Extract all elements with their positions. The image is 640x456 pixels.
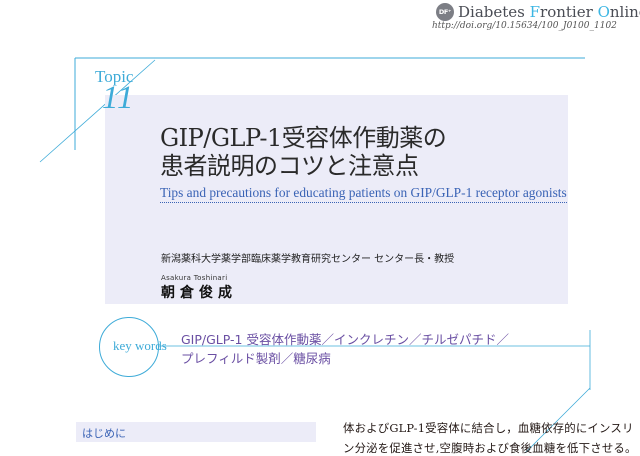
doi-link[interactable]: http://doi.org/10.15634/100_J0100_1102 [432, 21, 617, 31]
keywords-line-1: GIP/GLP-1 受容体作動薬／インクレチン／チルゼパチド／ [181, 332, 509, 347]
author-affiliation: 新潟薬科大学薬学部臨床薬学教育研究センター センター長・教授 [161, 254, 455, 265]
author-name: 朝倉俊成 [161, 285, 237, 301]
journal-logo-text: DF⁺ [438, 8, 452, 16]
journal-name: Diabetes Frontier Online [458, 3, 640, 21]
keywords-label: key words [113, 338, 167, 353]
keywords-line-2: プレフィルド製剤／糖尿病 [181, 351, 331, 366]
article-title-line-2: 患者説明のコツと注意点 [160, 152, 419, 180]
topic-number: 11 [102, 80, 135, 116]
journal-logo-icon: DF⁺ [436, 3, 454, 21]
body-text-line-2: ン分泌を促進させ,空腹時および食後血糖を低下させる。 [343, 441, 637, 455]
section-heading: はじめに [82, 427, 126, 440]
body-text-line-1: 体およびGLP-1受容体に結合し，血糖依存的にインスリ [343, 421, 634, 435]
english-title: Tips and precautions for educating patie… [160, 185, 567, 203]
author-romanized: Asakura Toshinari [161, 274, 228, 282]
